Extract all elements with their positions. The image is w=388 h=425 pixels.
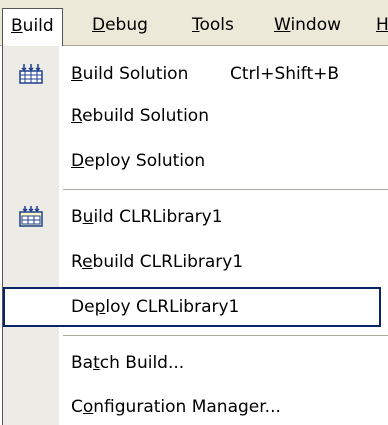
menu-item-label: Batch Build... xyxy=(71,343,184,383)
menu-item-build-project[interactable]: Build CLRLibrary1 xyxy=(3,197,388,237)
build-menu-dropdown: Build Solution Ctrl+Shift+B Rebuild Solu… xyxy=(2,46,388,425)
label-rest: uild Solution xyxy=(82,64,189,84)
menu-item-shortcut: Ctrl+Shift+B xyxy=(230,64,340,84)
menu-item-label: Deploy CLRLibrary1 xyxy=(71,287,239,327)
menubar-window-rest: indow xyxy=(290,15,342,35)
label-rest: ild CLRLibrary1 xyxy=(93,207,223,227)
menubar-debug-mnemonic: D xyxy=(92,15,106,35)
menu-item-batch-build[interactable]: Batch Build... xyxy=(3,343,388,383)
menubar-build-mnemonic: B xyxy=(11,16,23,36)
label-rest: ebuild Solution xyxy=(82,106,209,126)
menubar-debug[interactable]: Debug xyxy=(84,8,156,42)
menubar-tools-mnemonic: T xyxy=(192,15,200,35)
label-prefix: R xyxy=(71,252,83,272)
menubar-help-mnemonic: H xyxy=(376,15,388,35)
menu-item-rebuild-project[interactable]: Rebuild CLRLibrary1 xyxy=(3,242,388,282)
build-project-icon xyxy=(19,205,43,227)
menubar-help[interactable]: H xyxy=(368,8,388,42)
label-mnemonic: p xyxy=(94,297,106,317)
menubar-window-mnemonic: W xyxy=(274,15,291,35)
label-prefix: Ba xyxy=(71,353,94,373)
label-rest: build CLRLibrary1 xyxy=(92,252,244,272)
menu-item-deploy-project[interactable]: Deploy CLRLibrary1 xyxy=(3,287,381,327)
build-solution-icon xyxy=(19,62,43,84)
menubar-debug-rest: ebug xyxy=(105,15,148,35)
label-mnemonic: B xyxy=(71,64,83,84)
label-mnemonic: R xyxy=(71,106,83,126)
label-rest: ch Build... xyxy=(99,353,185,373)
label-prefix: C xyxy=(71,397,83,417)
menu-item-label: Deploy Solution xyxy=(71,141,205,181)
menu-separator xyxy=(63,189,388,190)
menubar-build[interactable]: Build xyxy=(2,8,63,47)
menu-item-rebuild-solution[interactable]: Rebuild Solution xyxy=(3,96,388,136)
menu-bar: Build Debug Tools Window H xyxy=(0,0,388,47)
label-rest: eploy Solution xyxy=(84,151,206,171)
menubar-window[interactable]: Window xyxy=(266,8,349,42)
menu-separator xyxy=(63,335,388,336)
label-mnemonic: D xyxy=(71,151,85,171)
menubar-tools-rest: ools xyxy=(199,15,234,35)
label-rest: nfiguration Manager... xyxy=(93,397,281,417)
menu-item-label: Rebuild CLRLibrary1 xyxy=(71,242,243,282)
label-mnemonic: o xyxy=(82,397,94,417)
label-mnemonic: t xyxy=(93,353,100,373)
label-mnemonic: e xyxy=(82,252,93,272)
visual-studio-build-menu-screenshot: Build Debug Tools Window H Build Solutio… xyxy=(0,0,388,425)
menu-item-label: Rebuild Solution xyxy=(71,96,209,136)
label-rest: loy CLRLibrary1 xyxy=(105,297,240,317)
menu-item-label: Build CLRLibrary1 xyxy=(71,197,223,237)
menu-item-configuration-manager[interactable]: Configuration Manager... xyxy=(3,387,388,425)
menu-item-label: Build Solution xyxy=(71,54,188,94)
menubar-build-rest: uild xyxy=(22,16,54,36)
label-mnemonic: u xyxy=(82,207,94,227)
menubar-tools[interactable]: Tools xyxy=(184,8,242,42)
menu-item-deploy-solution[interactable]: Deploy Solution xyxy=(3,141,388,181)
menu-item-build-solution[interactable]: Build Solution Ctrl+Shift+B xyxy=(3,54,388,94)
menu-item-label: Configuration Manager... xyxy=(71,387,281,425)
label-prefix: B xyxy=(71,207,83,227)
label-prefix: De xyxy=(71,297,95,317)
